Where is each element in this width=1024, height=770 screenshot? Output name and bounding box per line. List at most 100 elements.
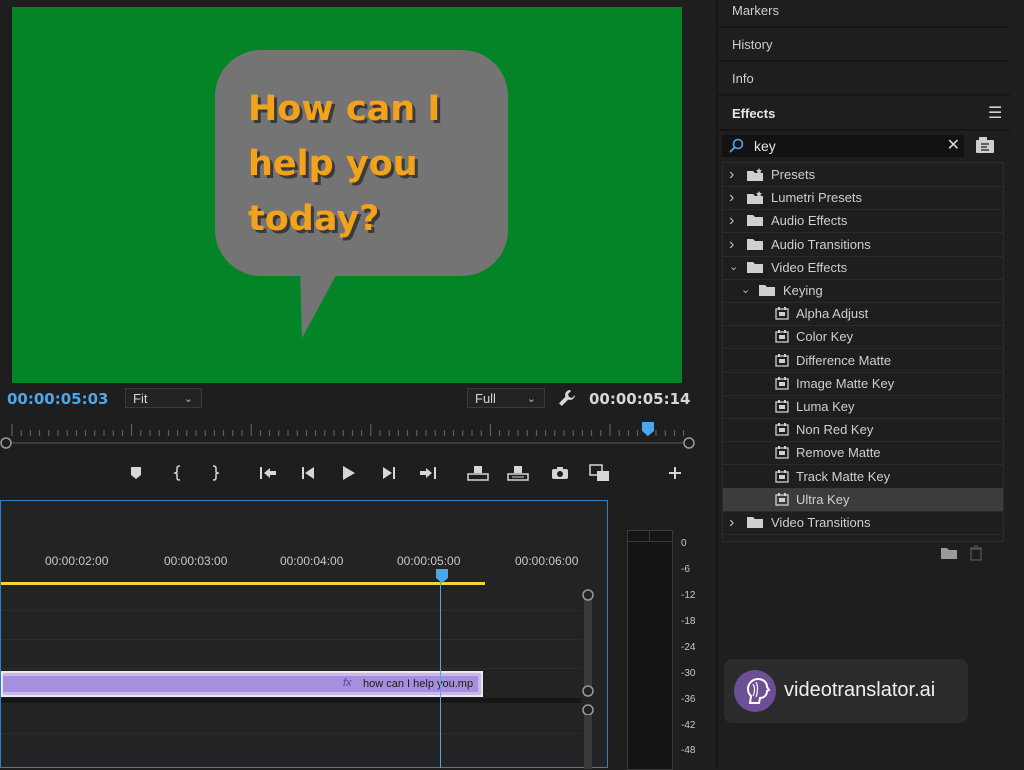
clip-body: fx how can I help you.mp	[3, 676, 478, 692]
chevron-down-icon: ⌄	[183, 393, 193, 405]
button-editor-button[interactable]	[663, 461, 687, 485]
effect-item-ultra-key[interactable]: Ultra Key	[723, 487, 1003, 512]
chevron-right-icon[interactable]: ›	[729, 511, 734, 534]
play-button[interactable]	[336, 461, 360, 485]
step-back-icon	[302, 467, 314, 479]
mark-in-icon	[173, 465, 181, 481]
new-bin-icon[interactable]	[940, 546, 958, 560]
panel-tab-info[interactable]: Info	[718, 62, 1010, 96]
effect-folder-audio-transitions[interactable]: › Audio Transitions	[723, 233, 1003, 257]
transport-controls	[0, 455, 712, 491]
effect-icon	[775, 492, 789, 506]
plus-icon	[669, 467, 681, 479]
effect-item-color-key[interactable]: Color Key	[723, 325, 1003, 350]
clear-search-icon[interactable]: ✕	[947, 135, 960, 155]
clip-label: how can I help you.mp	[363, 678, 474, 690]
timeline-playhead-head[interactable]	[433, 568, 451, 584]
lift-icon	[467, 466, 489, 481]
effect-icon	[775, 423, 789, 436]
timeline-playhead-line[interactable]	[440, 576, 441, 768]
chevron-down-icon[interactable]: ⌄	[729, 256, 738, 279]
chevron-down-icon: ⌄	[526, 393, 536, 405]
step-back-button[interactable]	[296, 461, 320, 485]
chevron-right-icon[interactable]: ›	[729, 163, 734, 186]
video-track[interactable]	[1, 585, 581, 611]
mark-out-button[interactable]	[203, 461, 227, 485]
extract-button[interactable]	[506, 461, 530, 485]
video-track[interactable]	[1, 611, 581, 640]
effect-item-luma-key[interactable]: Luma Key	[723, 395, 1003, 419]
panel-tab-markers[interactable]: Markers	[718, 0, 1010, 28]
search-icon	[729, 138, 744, 153]
effects-search-input[interactable]: key ✕	[722, 135, 964, 157]
effect-item-image-matte-key[interactable]: Image Matte Key	[723, 372, 1003, 396]
go-to-in-button[interactable]	[256, 461, 280, 485]
timeline-ruler-label: 00:00:03:00	[164, 554, 228, 568]
db-label: -18	[681, 616, 696, 627]
go-to-in-icon	[260, 467, 276, 479]
meter-peak-divider	[649, 531, 650, 541]
current-timecode[interactable]: 00:00:05:03	[7, 390, 109, 408]
tree-item-label: Presets	[771, 167, 816, 182]
effect-item-alpha-adjust[interactable]: Alpha Adjust	[723, 302, 1003, 327]
go-to-out-button[interactable]	[416, 461, 440, 485]
effect-folder-audio-effects[interactable]: › Audio Effects	[723, 209, 1003, 234]
chevron-right-icon[interactable]: ›	[729, 186, 734, 209]
add-marker-button[interactable]	[124, 461, 148, 485]
effect-folder-video-transitions[interactable]: › Video Transitions	[723, 511, 1003, 535]
timeline-ruler-label: 00:00:04:00	[280, 554, 344, 568]
timeline-scrollbar[interactable]	[575, 585, 601, 769]
effects-panel-header[interactable]: Effects ☰	[718, 97, 1010, 131]
comparison-view-icon	[589, 464, 609, 481]
preset-folder-icon	[746, 168, 764, 182]
db-label: -48	[681, 745, 696, 756]
speech-bubble-tail	[300, 268, 340, 338]
timeline-panel[interactable]: 00:00:02:00 00:00:03:00 00:00:04:00 00:0…	[0, 500, 608, 769]
db-label: -30	[681, 668, 696, 679]
zoom-fit-select[interactable]: Fit ⌄	[125, 388, 202, 408]
audio-meter	[627, 530, 673, 770]
face-logo-icon	[746, 677, 771, 704]
effect-folder-lumetri-presets[interactable]: › Lumetri Presets	[723, 186, 1003, 211]
duration-timecode: 00:00:05:14	[589, 390, 691, 408]
play-icon	[343, 466, 355, 480]
effect-icon	[775, 400, 789, 413]
hamburger-menu-icon[interactable]: ☰	[988, 97, 1002, 131]
tree-item-label: Remove Matte	[796, 445, 881, 461]
fx-badge: fx	[343, 677, 352, 689]
go-to-out-icon	[420, 467, 436, 479]
effect-folder-video-effects[interactable]: ⌄ Video Effects	[723, 256, 1003, 280]
mark-in-button[interactable]	[166, 461, 190, 485]
playback-resolution-select[interactable]: Full ⌄	[467, 388, 545, 408]
lift-button[interactable]	[466, 461, 490, 485]
trash-icon[interactable]	[969, 545, 983, 561]
preset-folder-icon	[746, 191, 764, 205]
tree-item-label: Track Matte Key	[796, 468, 891, 484]
chevron-right-icon[interactable]: ›	[729, 233, 734, 256]
panel-tab-history[interactable]: History	[718, 28, 1010, 62]
effect-item-difference-matte[interactable]: Difference Matte	[723, 349, 1003, 373]
chevron-right-icon[interactable]: ›	[729, 209, 734, 232]
folder-icon	[746, 238, 764, 251]
effect-item-remove-matte[interactable]: Remove Matte	[723, 441, 1003, 466]
effect-item-track-matte-key[interactable]: Track Matte Key	[723, 465, 1003, 489]
effect-folder-keying[interactable]: ⌄ Keying	[723, 279, 1003, 303]
video-clip[interactable]: fx how can I help you.mp	[1, 671, 483, 697]
video-track[interactable]	[1, 640, 581, 669]
audio-track[interactable]	[1, 703, 581, 734]
comparison-view-button[interactable]	[588, 461, 612, 485]
speech-bubble-text: How can I help you today?	[248, 82, 508, 247]
monitor-time-ruler[interactable]	[0, 420, 712, 450]
new-custom-bin-icon[interactable]	[975, 136, 995, 154]
monitor-playhead[interactable]	[642, 422, 655, 436]
timeline-ruler-label: 00:00:02:00	[45, 554, 109, 568]
effect-item-non-red-key[interactable]: Non Red Key	[723, 418, 1003, 443]
tree-item-label: Video Transitions	[771, 515, 871, 530]
export-frame-button[interactable]	[548, 461, 572, 485]
chevron-down-icon[interactable]: ⌄	[741, 279, 750, 302]
step-forward-button[interactable]	[377, 461, 401, 485]
wrench-icon[interactable]	[557, 388, 577, 408]
tree-item-label: Video Effects	[771, 259, 848, 275]
effect-folder-presets[interactable]: › Presets	[723, 163, 1003, 187]
db-label: -24	[681, 642, 696, 653]
